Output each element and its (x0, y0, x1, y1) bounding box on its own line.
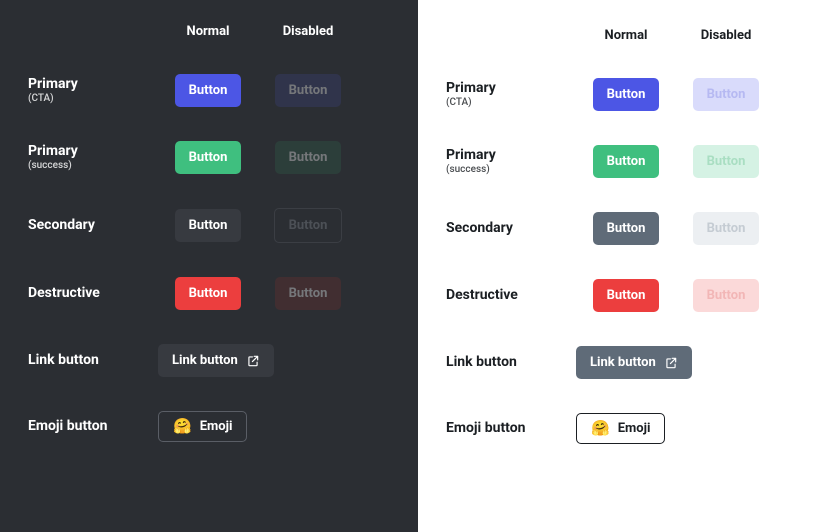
header-row: Normal Disabled (446, 28, 804, 61)
emoji-button-label: Emoji (200, 419, 233, 434)
row-primary-cta: Primary (CTA) Button Button (28, 57, 390, 124)
emoji-button[interactable]: 🤗 Emoji (158, 411, 247, 442)
row-primary-success: Primary (success) Button Button (446, 128, 804, 195)
col-header-disabled: Disabled (676, 28, 776, 43)
row-label-primary-success: Primary (success) (446, 147, 576, 176)
link-button[interactable]: Link button (158, 344, 274, 377)
row-label-emoji: Emoji button (446, 420, 576, 437)
destructive-button[interactable]: Button (593, 279, 660, 312)
row-label-primary-success: Primary (success) (28, 143, 158, 172)
row-label-link: Link button (28, 352, 158, 369)
emoji-button[interactable]: 🤗 Emoji (576, 413, 665, 444)
link-button-label: Link button (172, 353, 238, 368)
row-label-secondary: Secondary (446, 220, 576, 237)
secondary-button-disabled: Button (693, 212, 760, 245)
col-header-normal: Normal (158, 24, 258, 39)
row-label-primary-cta: Primary (CTA) (28, 76, 158, 105)
primary-cta-button[interactable]: Button (175, 74, 242, 107)
col-header-disabled: Disabled (258, 24, 358, 39)
col-header-normal: Normal (576, 28, 676, 43)
row-link: Link button Link button (28, 327, 390, 394)
primary-success-button-disabled: Button (275, 141, 342, 174)
primary-success-button[interactable]: Button (175, 141, 242, 174)
header-row: Normal Disabled (28, 24, 390, 57)
panel-light: Normal Disabled Primary (CTA) Button But… (418, 4, 832, 528)
secondary-button[interactable]: Button (593, 212, 660, 245)
row-label-secondary: Secondary (28, 217, 158, 234)
row-secondary: Secondary Button Button (28, 191, 390, 260)
row-label-link: Link button (446, 354, 576, 371)
external-link-icon (246, 354, 260, 368)
row-secondary: Secondary Button Button (446, 195, 804, 262)
row-link: Link button Link button (446, 329, 804, 396)
primary-success-button[interactable]: Button (593, 145, 660, 178)
panel-dark: Normal Disabled Primary (CTA) Button But… (0, 0, 418, 532)
primary-cta-button-disabled: Button (693, 78, 760, 111)
hug-emoji-icon: 🤗 (591, 421, 610, 436)
primary-cta-button-disabled: Button (275, 74, 342, 107)
destructive-button-disabled: Button (275, 277, 342, 310)
row-destructive: Destructive Button Button (28, 260, 390, 327)
row-primary-success: Primary (success) Button Button (28, 124, 390, 191)
emoji-button-label: Emoji (618, 421, 651, 436)
link-button[interactable]: Link button (576, 346, 692, 379)
link-button-label: Link button (590, 355, 656, 370)
row-emoji: Emoji button 🤗 Emoji (28, 394, 390, 459)
primary-success-button-disabled: Button (693, 145, 760, 178)
row-label-destructive: Destructive (28, 285, 158, 302)
hug-emoji-icon: 🤗 (173, 419, 192, 434)
row-label-primary-cta: Primary (CTA) (446, 80, 576, 109)
row-emoji: Emoji button 🤗 Emoji (446, 396, 804, 461)
secondary-button-disabled: Button (274, 208, 343, 243)
destructive-button[interactable]: Button (175, 277, 242, 310)
row-destructive: Destructive Button Button (446, 262, 804, 329)
secondary-button[interactable]: Button (175, 209, 242, 242)
external-link-icon (664, 356, 678, 370)
row-label-emoji: Emoji button (28, 418, 158, 435)
primary-cta-button[interactable]: Button (593, 78, 660, 111)
row-primary-cta: Primary (CTA) Button Button (446, 61, 804, 128)
destructive-button-disabled: Button (693, 279, 760, 312)
row-label-destructive: Destructive (446, 287, 576, 304)
